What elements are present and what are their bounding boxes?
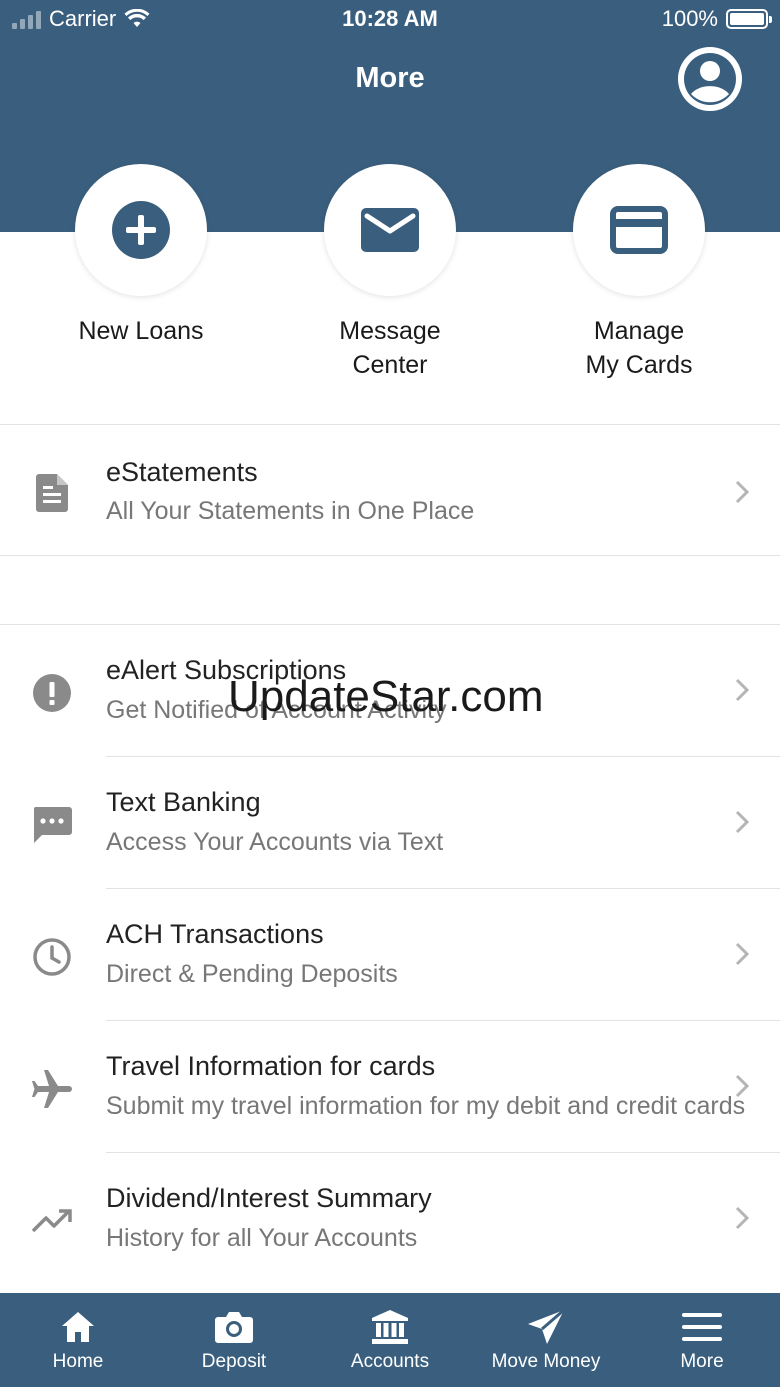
tab-label: Accounts bbox=[350, 1351, 430, 1372]
menu-item-dividend-interest-summary[interactable]: Dividend/Interest Summary History for al… bbox=[0, 1153, 780, 1285]
menu-item-estatements[interactable]: eStatements All Your Statements in One P… bbox=[0, 425, 780, 555]
tab-label: More bbox=[680, 1351, 724, 1372]
menu-item-subtitle: Access Your Accounts via Text bbox=[106, 828, 444, 856]
quick-action-message-center[interactable]: Message Center bbox=[320, 164, 460, 382]
quick-action-label-line2: My Cards bbox=[585, 351, 693, 379]
tab-move-money[interactable]: Move Money bbox=[468, 1293, 624, 1387]
tab-label: Home bbox=[52, 1351, 104, 1372]
plus-circle-icon bbox=[112, 201, 170, 259]
status-right: 100% bbox=[661, 6, 772, 32]
tab-deposit[interactable]: Deposit bbox=[156, 1293, 312, 1387]
quick-action-circle[interactable] bbox=[324, 164, 456, 296]
menu-item-subtitle: Submit my travel information for my debi… bbox=[106, 1092, 746, 1120]
camera-icon bbox=[156, 1307, 312, 1347]
trending-up-icon bbox=[30, 1199, 74, 1243]
chevron-right-icon bbox=[735, 678, 750, 702]
chat-icon bbox=[30, 803, 74, 847]
bank-icon bbox=[312, 1307, 468, 1347]
menu-item-subtitle: Direct & Pending Deposits bbox=[106, 960, 398, 988]
menu-item-ach-transactions[interactable]: ACH Transactions Direct & Pending Deposi… bbox=[0, 889, 780, 1021]
tab-more[interactable]: More bbox=[624, 1293, 780, 1387]
battery-icon bbox=[726, 9, 772, 29]
quick-action-manage-cards[interactable]: Manage My Cards bbox=[569, 164, 709, 382]
tab-label: Move Money bbox=[491, 1351, 601, 1372]
menu-item-title: Dividend/Interest Summary bbox=[106, 1183, 432, 1213]
battery-percent: 100% bbox=[661, 6, 718, 31]
document-icon bbox=[30, 471, 74, 515]
profile-button[interactable] bbox=[678, 47, 742, 111]
quick-action-new-loans[interactable]: New Loans bbox=[71, 164, 211, 348]
alert-icon bbox=[30, 671, 74, 715]
quick-action-circle[interactable] bbox=[573, 164, 705, 296]
quick-action-label: New Loans bbox=[78, 317, 204, 345]
menu-item-title: Text Banking bbox=[106, 787, 261, 817]
quick-action-label-line1: Manage bbox=[593, 317, 685, 345]
watermark-text: UpdateStar.com bbox=[228, 672, 544, 721]
chevron-right-icon bbox=[735, 942, 750, 966]
tab-accounts[interactable]: Accounts bbox=[312, 1293, 468, 1387]
menu-item-title: eStatements bbox=[106, 457, 258, 487]
menu-item-subtitle: History for all Your Accounts bbox=[106, 1224, 418, 1252]
section-divider bbox=[0, 555, 780, 556]
envelope-icon bbox=[361, 208, 419, 252]
chevron-right-icon bbox=[735, 810, 750, 834]
send-icon bbox=[468, 1307, 624, 1347]
chevron-right-icon bbox=[735, 480, 750, 504]
menu-item-title: Travel Information for cards bbox=[106, 1051, 436, 1081]
tab-label: Deposit bbox=[201, 1351, 267, 1372]
tab-home[interactable]: Home bbox=[0, 1293, 156, 1387]
clock-icon bbox=[30, 935, 74, 979]
menu-item-title: ACH Transactions bbox=[106, 919, 324, 949]
chevron-right-icon bbox=[735, 1206, 750, 1230]
quick-action-circle[interactable] bbox=[75, 164, 207, 296]
menu-item-text-banking[interactable]: Text Banking Access Your Accounts via Te… bbox=[0, 757, 780, 889]
menu-item-travel-information[interactable]: Travel Information for cards Submit my t… bbox=[0, 1021, 780, 1153]
menu-item-subtitle: All Your Statements in One Place bbox=[106, 497, 475, 525]
user-icon bbox=[684, 53, 736, 105]
credit-card-icon bbox=[610, 206, 668, 254]
menu-icon bbox=[624, 1307, 780, 1347]
quick-action-label-line2: Center bbox=[352, 351, 428, 379]
chevron-right-icon bbox=[735, 1074, 750, 1098]
page-title: More bbox=[355, 62, 425, 94]
quick-action-label-line1: Message bbox=[339, 317, 441, 345]
status-bar: Carrier 10:28 AM 100% bbox=[0, 0, 780, 40]
home-icon bbox=[0, 1307, 156, 1347]
bottom-tab-bar: Home Deposit Accounts Move Money More bbox=[0, 1293, 780, 1387]
airplane-icon bbox=[30, 1067, 74, 1111]
